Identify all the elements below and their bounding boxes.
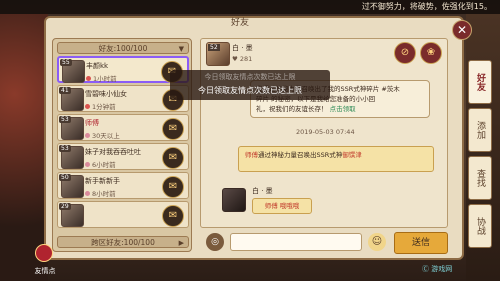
system-msg-middle: 通过神秘力量召唤出SSR式神: [258, 151, 343, 159]
reply-avatar[interactable]: [222, 188, 246, 212]
system-msg-highlight: 御馔津: [342, 151, 362, 159]
friend-status: 1分钟前: [85, 101, 116, 111]
level-badge: 41: [59, 87, 71, 94]
close-button[interactable]: ✕: [452, 20, 472, 40]
friend-list-header[interactable]: 好友:100/100 ▼: [57, 42, 189, 54]
friend-row[interactable]: 50 新手新新手 8小时前 ✉: [57, 172, 189, 199]
friend-points-icon[interactable]: [35, 244, 53, 262]
gift-icon[interactable]: ✉: [162, 176, 184, 198]
friend-name: 师傅: [85, 119, 99, 127]
friend-name: 雪碧味小仙女: [85, 90, 127, 98]
friend-row[interactable]: 29 ✉: [57, 201, 189, 228]
tab-search[interactable]: 查找: [468, 156, 492, 200]
tab-friends[interactable]: 好友: [468, 60, 492, 104]
gift-send-icon[interactable]: ❀: [420, 42, 442, 64]
friend-points-label: 友情点: [34, 267, 56, 275]
level-badge: 50: [59, 174, 71, 181]
toast-text-echo: 今日领取友情点次数已达上限: [204, 73, 296, 81]
tab-cooperate[interactable]: 协战: [468, 204, 492, 248]
friend-count-label: 好友:100/100: [98, 44, 148, 53]
chat-level-badge: 52: [208, 44, 220, 51]
level-badge: 55: [60, 59, 72, 66]
cross-server-label: 跨区好友:100/100: [91, 238, 155, 247]
bubble-line-3: 礼，祝我们的友谊长存！ 点击领取: [256, 105, 356, 113]
message-timestamp: 2019-05-03 07:44: [296, 128, 355, 136]
message-input[interactable]: [230, 233, 362, 251]
offline-status-icon: [85, 191, 90, 196]
send-button[interactable]: 送信: [394, 232, 448, 254]
chat-user-name: 白 · 墨: [232, 44, 253, 52]
friend-name: 新手新新手: [85, 177, 120, 185]
system-msg-prefix: 师傅: [245, 151, 258, 159]
cross-server-friends[interactable]: 跨区好友:100/100 ▶: [57, 236, 189, 248]
block-icon[interactable]: ⊘: [394, 42, 416, 64]
background-left-decoration: [0, 14, 48, 281]
gift-icon[interactable]: ✉: [162, 205, 184, 227]
watermark: Ⓒ 游戏网: [422, 265, 453, 273]
friend-name: 丰颜kk: [86, 62, 109, 70]
level-badge: 53: [59, 145, 71, 152]
chevron-down-icon: ▼: [178, 45, 184, 53]
online-status-icon: [85, 104, 90, 109]
friend-row[interactable]: 53 师傅 30天以上 ✉: [57, 114, 189, 141]
voice-icon[interactable]: ◎: [206, 233, 224, 251]
message-composer: ◎ ☺ 送信: [200, 232, 450, 254]
level-badge: 29: [59, 203, 71, 210]
chat-user-points: ♥ 281: [232, 55, 253, 63]
online-status-icon: [86, 76, 91, 81]
friend-row[interactable]: 53 妹子对我吞吞吐吐 6小时前 ✉: [57, 143, 189, 170]
system-message: 师傅通过神秘力量召唤出SSR式神御馔津: [238, 146, 434, 172]
gift-icon[interactable]: ✉: [162, 118, 184, 140]
reply-bubble: 师傅 哦哦哦: [252, 198, 312, 214]
toast-text: 今日领取友情点次数已达上限: [198, 86, 302, 95]
friend-name: 妹子对我吞吞吐吐: [85, 148, 141, 156]
tab-add[interactable]: 添加: [468, 108, 492, 152]
reply-user-name: 白 · 墨: [252, 187, 273, 195]
friend-status: 30天以上: [85, 130, 120, 140]
limit-toast: 今日领取友情点次数已达上限 今日领取友情点次数已达上限: [170, 70, 330, 100]
chevron-right-icon: ▶: [178, 239, 184, 247]
gift-icon[interactable]: ✉: [162, 147, 184, 169]
emoji-icon[interactable]: ☺: [368, 233, 386, 251]
friend-status: 8小时前: [85, 188, 116, 198]
top-notice-text: 过不御努力，将破势，佐强化到15。: [361, 2, 492, 11]
offline-status-icon: [85, 133, 90, 138]
level-badge: 53: [59, 116, 71, 123]
friend-status: 1小时前: [86, 73, 117, 83]
top-notice-bar: 过不御努力，将破势，佐强化到15。: [0, 0, 500, 14]
offline-status-icon: [85, 162, 90, 167]
claim-link[interactable]: 点击领取: [330, 105, 356, 113]
panel-title: 好友: [230, 18, 249, 28]
friend-status: 6小时前: [85, 159, 116, 169]
